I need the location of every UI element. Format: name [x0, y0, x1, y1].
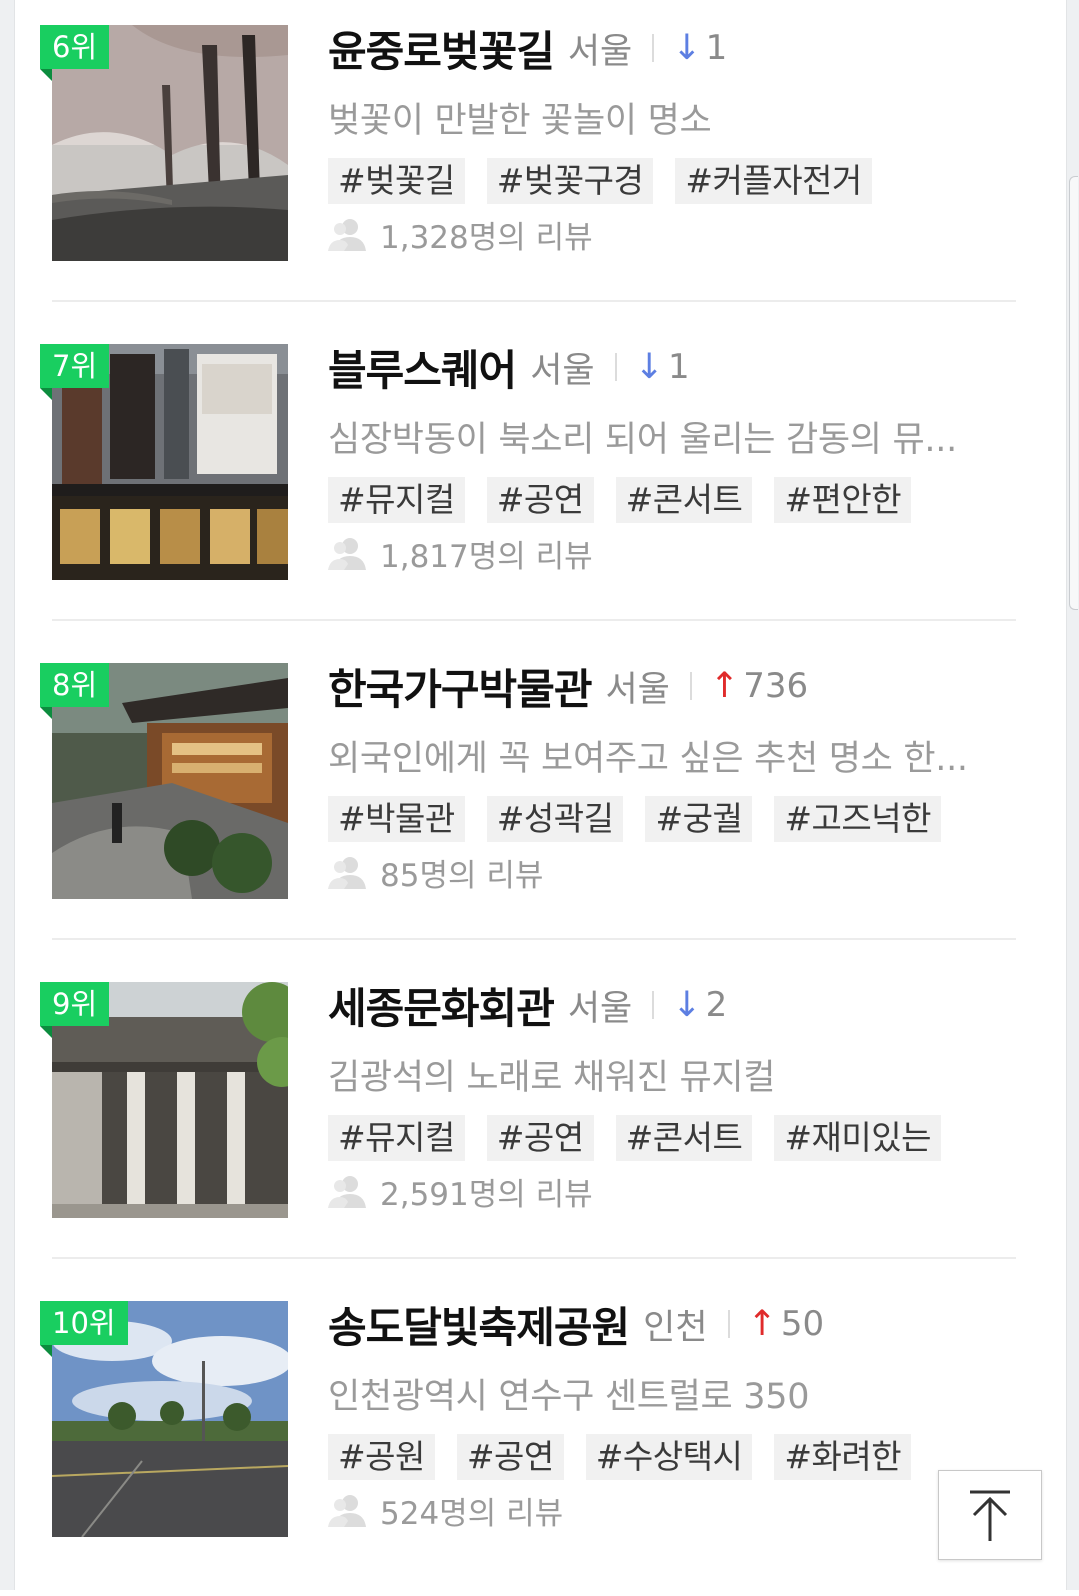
tag-list: #박물관 #성곽길 #궁궐 #고즈넉한	[328, 796, 963, 842]
review-count-text: 1,817명의 리뷰	[380, 539, 593, 575]
list-item[interactable]: 10위 송도달빛축제공원 인천 ↑ 50 인천광역시 연수구 센트럴로 350 …	[0, 1276, 1066, 1596]
rank-badge: 10위	[40, 1301, 128, 1345]
divider	[52, 619, 1016, 621]
review-count-text: 2,591명의 리뷰	[380, 1177, 593, 1213]
person-icon	[328, 218, 366, 251]
tag-list: #뮤지컬 #공연 #콘서트 #재미있는	[328, 1115, 963, 1161]
rank-change-value: 736	[743, 666, 809, 706]
rank-change-value: 1	[667, 347, 690, 387]
region-label: 서울	[605, 669, 670, 710]
place-description: 벚꽃이 만발한 꽃놀이 명소	[328, 101, 712, 141]
hashtag[interactable]: #공연	[486, 477, 594, 523]
divider	[52, 938, 1016, 940]
title-row: 블루스퀘어 서울 ↓ 1	[328, 337, 690, 397]
title-row: 송도달빛축제공원 인천 ↑ 50	[328, 1294, 824, 1354]
title-row: 세종문화회관 서울 ↓ 2	[328, 975, 727, 1035]
person-icon	[328, 537, 366, 570]
title-row: 윤중로벚꽃길 서울 ↓ 1	[328, 18, 727, 78]
rank-badge: 9위	[40, 982, 110, 1026]
separator	[652, 34, 655, 62]
hashtag[interactable]: #콘서트	[615, 1115, 753, 1161]
divider	[52, 300, 1016, 302]
review-count-text: 524명의 리뷰	[380, 1496, 564, 1532]
list-item[interactable]: 7위 블루스퀘어 서울 ↓ 1 심장박동이 북소리 되어 울리는 감동의 뮤..…	[0, 319, 1066, 639]
separator	[689, 672, 692, 700]
hashtag[interactable]: #벚꽃길	[328, 158, 465, 204]
tag-list: #벚꽃길 #벚꽃구경 #커플자전거	[328, 158, 894, 204]
hashtag[interactable]: #뮤지컬	[328, 477, 465, 523]
hashtag[interactable]: #고즈넉한	[774, 796, 941, 842]
rank-badge-fold	[40, 707, 52, 719]
separator	[652, 991, 655, 1019]
review-count[interactable]: 85명의 리뷰	[328, 850, 543, 895]
place-description: 심장박동이 북소리 되어 울리는 감동의 뮤...	[328, 420, 957, 460]
hashtag[interactable]: #수상택시	[585, 1434, 753, 1480]
separator	[614, 353, 617, 381]
hashtag[interactable]: #뮤지컬	[328, 1115, 465, 1161]
separator	[727, 1310, 730, 1338]
tag-list: #뮤지컬 #공연 #콘서트 #편안한	[328, 477, 933, 523]
title-row: 한국가구박물관 서울 ↑ 736	[328, 656, 808, 716]
review-count-text: 1,328명의 리뷰	[380, 220, 593, 256]
review-count[interactable]: 2,591명의 리뷰	[328, 1169, 593, 1214]
list-item[interactable]: 9위 세종문화회관 서울 ↓ 2 김광석의 노래로 채워진 뮤지컬 #뮤지컬 #…	[0, 957, 1066, 1277]
hashtag[interactable]: #궁궐	[645, 796, 753, 842]
place-name[interactable]: 한국가구박물관	[328, 656, 592, 717]
person-icon	[328, 1494, 366, 1527]
rank-down-arrow-icon: ↓	[634, 347, 664, 387]
divider	[52, 1257, 1016, 1259]
region-label: 서울	[567, 31, 633, 72]
rank-badge: 8위	[40, 663, 110, 707]
hashtag[interactable]: #콘서트	[615, 477, 753, 523]
tag-list: #공원 #공연 #수상택시 #화려한	[328, 1434, 933, 1480]
hashtag[interactable]: #공연	[486, 1115, 594, 1161]
rank-badge-fold	[40, 388, 52, 400]
rank-change-value: 50	[780, 1304, 825, 1344]
hashtag[interactable]: #공원	[328, 1434, 435, 1480]
review-count[interactable]: 524명의 리뷰	[328, 1488, 563, 1533]
hashtag[interactable]: #재미있는	[774, 1115, 941, 1161]
rank-change-value: 1	[705, 28, 728, 68]
review-count-text: 85명의 리뷰	[380, 858, 544, 894]
rank-badge: 6위	[40, 25, 110, 69]
place-name[interactable]: 윤중로벚꽃길	[328, 18, 555, 79]
list-item[interactable]: 8위 한국가구박물관 서울 ↑ 736 외국인에게 꼭 보여주고 싶은 추천 명…	[0, 638, 1066, 958]
region-label: 서울	[567, 988, 633, 1029]
hashtag[interactable]: #박물관	[328, 796, 465, 842]
rank-change-value: 2	[705, 985, 728, 1025]
rank-badge-fold	[40, 1345, 52, 1357]
review-count[interactable]: 1,817명의 리뷰	[328, 531, 593, 576]
rank-badge: 7위	[40, 344, 110, 388]
person-icon	[328, 1175, 366, 1208]
rank-badge-fold	[40, 1026, 52, 1038]
hashtag[interactable]: #편안한	[774, 477, 912, 523]
rank-up-arrow-icon: ↑	[709, 666, 740, 706]
place-name[interactable]: 블루스퀘어	[328, 337, 517, 398]
rank-up-arrow-icon: ↑	[747, 1304, 777, 1344]
hashtag[interactable]: #성곽길	[486, 796, 624, 842]
hashtag[interactable]: #벚꽃구경	[486, 158, 654, 204]
place-name[interactable]: 송도달빛축제공원	[328, 1294, 630, 1355]
rank-down-arrow-icon: ↓	[672, 985, 702, 1025]
place-description: 김광석의 노래로 채워진 뮤지컬	[328, 1058, 776, 1098]
hashtag[interactable]: #화려한	[774, 1434, 912, 1480]
rank-badge-fold	[40, 69, 52, 81]
place-description: 외국인에게 꼭 보여주고 싶은 추천 명소 한...	[328, 739, 968, 779]
scrollbar-thumb[interactable]	[1069, 176, 1078, 610]
hashtag[interactable]: #공연	[456, 1434, 564, 1480]
region-label: 서울	[530, 350, 595, 391]
back-to-top-button[interactable]	[938, 1470, 1042, 1560]
region-label: 인천	[643, 1307, 708, 1348]
arrow-up-to-top-icon	[970, 1490, 1010, 1541]
rank-down-arrow-icon: ↓	[672, 28, 702, 68]
hashtag[interactable]: #커플자전거	[675, 158, 872, 204]
place-name[interactable]: 세종문화회관	[328, 975, 555, 1036]
place-description: 인천광역시 연수구 센트럴로 350	[328, 1377, 810, 1417]
review-count[interactable]: 1,328명의 리뷰	[328, 212, 593, 257]
list-item[interactable]: 6위 윤중로벚꽃길 서울 ↓ 1 벚꽃이 만발한 꽃놀이 명소 #벚꽃길 #벚꽃…	[0, 0, 1066, 320]
person-icon	[328, 856, 366, 889]
